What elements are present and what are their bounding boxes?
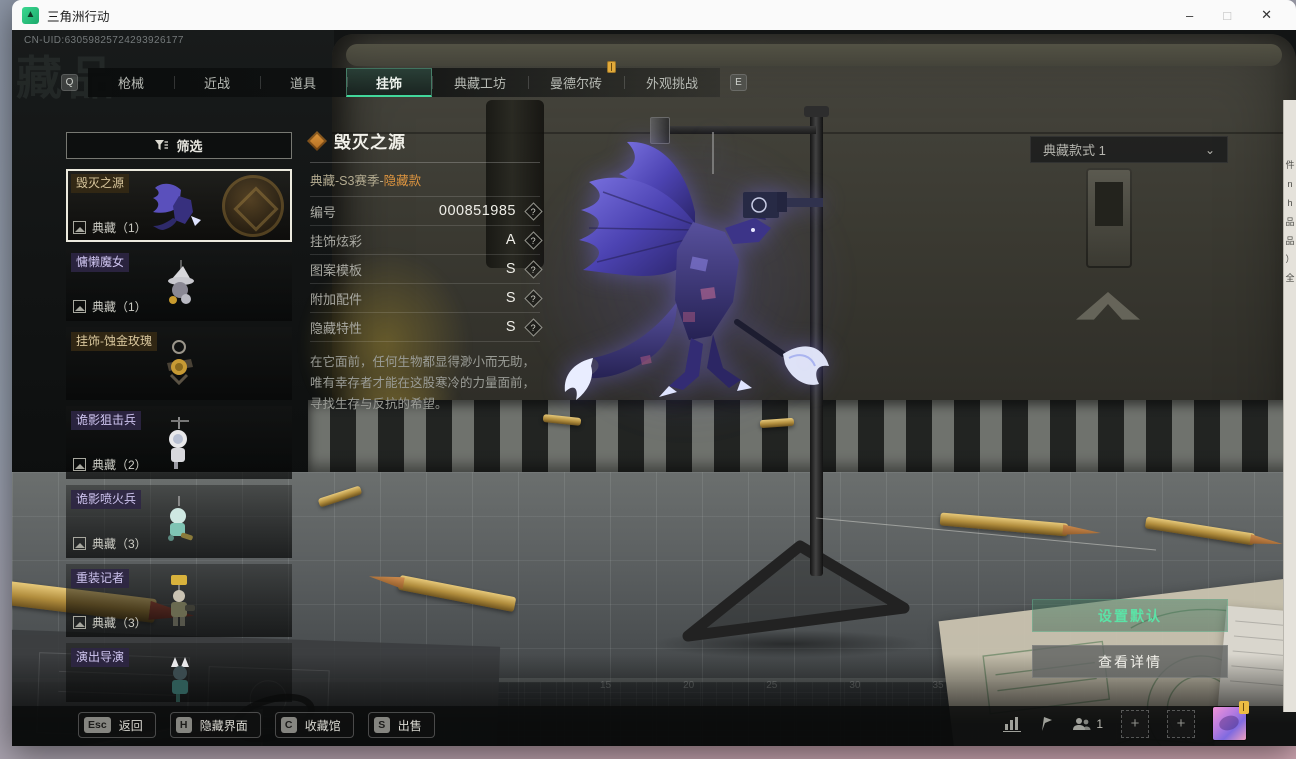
- close-button[interactable]: ✕: [1261, 7, 1272, 23]
- player-avatar[interactable]: [1213, 701, 1249, 740]
- friends-indicator[interactable]: 1: [1073, 717, 1103, 731]
- charm-thumbnail: [171, 656, 189, 702]
- list-item-heavy-reporter[interactable]: 重装记者 典藏（3）: [66, 564, 292, 637]
- tab-guns[interactable]: 枪械: [88, 68, 174, 97]
- collection-frame-icon: [73, 458, 86, 471]
- avatar-notification-badge: [1239, 701, 1249, 714]
- stand-base: [682, 540, 910, 642]
- set-default-button[interactable]: 设置默认: [1032, 599, 1228, 632]
- maximize-button[interactable]: □: [1223, 8, 1231, 23]
- list-item-gold-rose[interactable]: 挂饰-蚀金玫瑰: [66, 327, 292, 400]
- charm-description: 在它面前，任何生物都显得渺小而无助，唯有幸存者才能在这股寒冷的力量面前，寻找生存…: [310, 355, 536, 411]
- filter-icon: [155, 139, 169, 150]
- collection-hall-button[interactable]: C 收藏馆: [274, 712, 354, 738]
- charm-list: 筛选 毁灭之源 典藏（1） 慵懒魔女 典藏（1） 挂饰-蚀金玫瑰 诡影狙击兵 典…: [66, 132, 292, 702]
- back-button[interactable]: Esc 返回: [78, 712, 156, 738]
- rarity-diamond-icon: [307, 130, 327, 151]
- tab-appearance-challenge[interactable]: 外观挑战: [624, 68, 720, 97]
- list-item-phantom-sniper[interactable]: 诡影狙击兵 典藏（2）: [66, 406, 292, 479]
- game-viewport: 1520 2530 35: [12, 30, 1296, 746]
- background-page-edge: 件 n h 品 品 ） 全: [1283, 100, 1296, 712]
- app-logo-icon: ▲: [22, 6, 39, 24]
- detail-row-colorway: 挂饰炫彩 A ?: [310, 226, 543, 255]
- charm-title: 毁灭之源: [334, 133, 406, 152]
- tab-items[interactable]: 道具: [260, 68, 346, 97]
- next-tab-key[interactable]: E: [730, 74, 747, 91]
- charm-thumbnail: [153, 183, 201, 230]
- list-item-phantom-flamer[interactable]: 诡影喷火兵 典藏（3）: [66, 485, 292, 558]
- charm-thumbnail: [169, 416, 189, 469]
- detail-row-hidden-trait: 隐藏特性 S ?: [310, 313, 543, 342]
- titlebar: ▲ 三角洲行动 – □ ✕: [12, 0, 1296, 30]
- crate-latch: [1086, 168, 1132, 268]
- collection-frame-icon: [73, 537, 86, 550]
- stats-chart-icon[interactable]: [1003, 716, 1022, 732]
- app-window: ▲ 三角洲行动 – □ ✕ CN-UID:6305982572429392617…: [12, 0, 1296, 746]
- charm-thumbnail: [168, 495, 193, 541]
- minimize-button[interactable]: –: [1186, 8, 1193, 23]
- charm-thumbnail: [171, 574, 195, 626]
- style-dropdown[interactable]: 典藏款式 1 ⌄: [1030, 136, 1228, 163]
- list-item-show-director[interactable]: 演出导演: [66, 643, 292, 702]
- collection-frame-icon: [73, 300, 86, 313]
- top-navigation: Q 枪械 近战 道具 挂饰 典藏工坊 曼德尔砖 外观挑战 E: [61, 61, 747, 97]
- charm-dragon-model[interactable]: [545, 130, 835, 440]
- help-icon[interactable]: ?: [524, 201, 543, 221]
- tab-melee[interactable]: 近战: [174, 68, 260, 97]
- collection-frame-icon: [73, 616, 86, 629]
- charm-series: 典藏-S3赛季-隐藏款: [310, 163, 540, 197]
- detail-row-pattern: 图案模板 S ?: [310, 255, 543, 284]
- view-details-button[interactable]: 查看详情: [1032, 645, 1228, 678]
- detail-row-serial: 编号 000851985 ?: [310, 197, 543, 226]
- gold-badge-icon: [607, 61, 616, 73]
- detail-row-accessory: 附加配件 S ?: [310, 284, 543, 313]
- bottom-bar: Esc 返回 H 隐藏界面 C 收藏馆 S 出售 1 + +: [12, 701, 1296, 746]
- add-slot-button[interactable]: +: [1121, 709, 1149, 738]
- window-title: 三角洲行动: [47, 9, 110, 24]
- filter-button[interactable]: 筛选: [66, 132, 292, 159]
- charm-details-panel: 毁灭之源 典藏-S3赛季-隐藏款 编号 000851985 ? 挂饰炫彩 A ?…: [307, 128, 543, 414]
- flag-icon[interactable]: [1039, 716, 1055, 732]
- tab-charms[interactable]: 挂饰: [346, 68, 432, 97]
- add-slot-button[interactable]: +: [1167, 709, 1195, 738]
- help-icon[interactable]: ?: [524, 317, 543, 337]
- help-icon[interactable]: ?: [524, 259, 543, 279]
- charm-thumbnail: [168, 259, 194, 304]
- hide-ui-button[interactable]: H 隐藏界面: [169, 712, 261, 738]
- collection-frame-icon: [73, 221, 86, 234]
- desktop: ▲ 三角洲行动 – □ ✕ CN-UID:6305982572429392617…: [0, 0, 1296, 759]
- help-icon[interactable]: ?: [524, 230, 543, 250]
- tab-collection-workshop[interactable]: 典藏工坊: [432, 68, 528, 97]
- sell-button[interactable]: S 出售: [367, 712, 435, 738]
- list-item-destruction-source[interactable]: 毁灭之源 典藏（1）: [66, 169, 292, 242]
- help-icon[interactable]: ?: [524, 288, 543, 308]
- friends-icon: [1073, 717, 1091, 730]
- prev-tab-key[interactable]: Q: [61, 74, 78, 91]
- chevron-down-icon: ⌄: [1204, 142, 1215, 157]
- list-item-lazy-witch[interactable]: 慵懒魔女 典藏（1）: [66, 248, 292, 321]
- charm-thumbnail: [167, 339, 193, 385]
- collection-medal-icon: [222, 174, 284, 237]
- crate-chevron-mark: [1076, 292, 1140, 320]
- tab-mandel-brick[interactable]: 曼德尔砖: [528, 61, 624, 97]
